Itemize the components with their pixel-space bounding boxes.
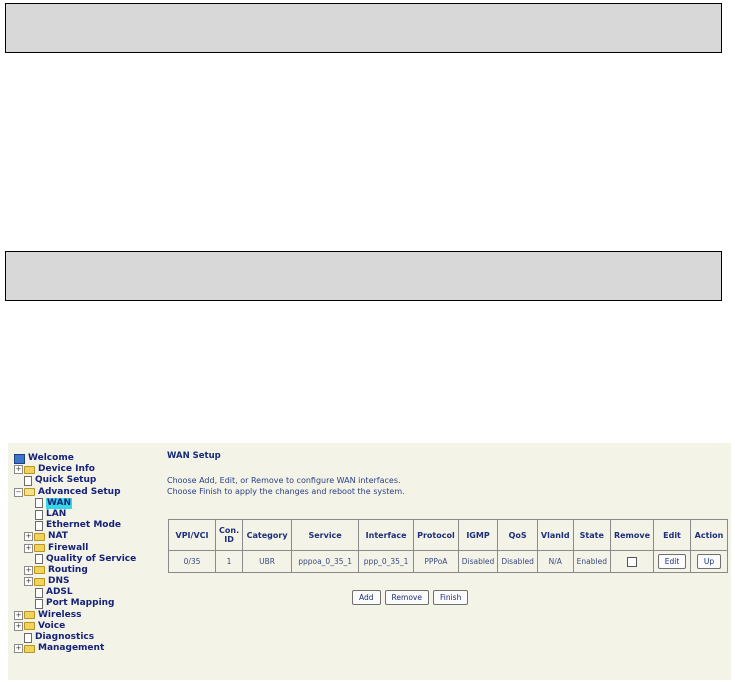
expand-plus-icon[interactable]: + (24, 577, 33, 587)
expand-plus-icon[interactable]: + (14, 465, 23, 475)
open-folder-icon (24, 488, 35, 497)
router-ui-screenshot: Welcome + Device Info Quick Setup − Adva… (8, 443, 731, 680)
col-qos: QoS (497, 519, 538, 551)
col-remove: Remove (609, 519, 655, 551)
expand-plus-icon[interactable]: + (24, 532, 33, 542)
cell-igmp: Disabled (457, 550, 499, 573)
up-button[interactable]: Up (696, 554, 722, 569)
tree-item-firewall[interactable]: + Firewall (14, 543, 136, 554)
tree-item-dns[interactable]: + DNS (14, 576, 136, 587)
expand-plus-icon[interactable]: + (14, 621, 23, 631)
page-icon (35, 599, 43, 610)
folder-icon (34, 544, 45, 553)
finish-button[interactable]: Finish (432, 590, 469, 605)
expand-plus-icon[interactable]: + (14, 644, 23, 654)
cell-interface: ppp_0_35_1 (358, 550, 415, 573)
cell-con-id: 1 (214, 550, 244, 573)
col-vpi-vci: VPI/VCI (168, 519, 216, 551)
cell-state: Enabled (572, 550, 611, 573)
folder-icon (24, 611, 35, 620)
cell-service: pppoa_0_35_1 (291, 550, 360, 573)
cell-vlanid: N/A (536, 550, 574, 573)
tree-item-voice[interactable]: + Voice (14, 621, 136, 632)
tree-item-quick-setup[interactable]: Quick Setup (14, 475, 136, 486)
computer-icon (14, 453, 25, 464)
tree-item-wireless[interactable]: + Wireless (14, 610, 136, 621)
col-igmp: IGMP (457, 519, 499, 551)
tree-item-nat[interactable]: + NAT (14, 531, 136, 542)
folder-icon (34, 566, 45, 575)
tree-item-welcome[interactable]: Welcome (14, 453, 136, 464)
page-icon (35, 509, 43, 520)
expand-plus-icon[interactable]: + (14, 610, 23, 620)
tree-item-lan[interactable]: LAN (14, 509, 136, 520)
col-protocol: Protocol (413, 519, 459, 551)
middle-gray-box (5, 251, 722, 301)
description-line-1: Choose Add, Edit, or Remove to configure… (167, 476, 401, 485)
tree-item-device-info[interactable]: + Device Info (14, 464, 136, 475)
folder-icon (24, 644, 35, 653)
wan-interfaces-table: VPI/VCI Con. ID Category Service Interfa… (168, 519, 729, 573)
col-vlanid: VlanId (536, 519, 574, 551)
col-edit: Edit (653, 519, 692, 551)
cell-protocol: PPPoA (413, 550, 459, 573)
expand-plus-icon[interactable]: + (24, 565, 33, 575)
cell-edit: Edit (653, 550, 692, 573)
col-action: Action (690, 519, 729, 551)
tree-item-quality-of-service[interactable]: Quality of Service (14, 554, 136, 565)
tree-item-advanced-setup[interactable]: − Advanced Setup (14, 487, 136, 498)
table-row: 0/35 1 UBR pppoa_0_35_1 ppp_0_35_1 PPPoA… (168, 550, 729, 573)
tree-item-wan[interactable]: WAN (14, 497, 136, 509)
page-icon (35, 520, 43, 531)
collapse-minus-icon[interactable]: − (14, 487, 23, 497)
page-icon (35, 498, 43, 509)
cell-qos: Disabled (497, 550, 538, 573)
add-button[interactable]: Add (352, 590, 381, 605)
page-icon (35, 554, 43, 565)
edit-button[interactable]: Edit (657, 554, 687, 569)
tree-item-adsl[interactable]: ADSL (14, 587, 136, 598)
cell-action: Up (690, 550, 729, 573)
expand-plus-icon[interactable]: + (24, 543, 33, 553)
tree-item-management[interactable]: + Management (14, 643, 136, 654)
tree-item-routing[interactable]: + Routing (14, 565, 136, 576)
table-header-row: VPI/VCI Con. ID Category Service Interfa… (168, 519, 729, 551)
col-category: Category (242, 519, 293, 551)
folder-icon (34, 577, 45, 586)
top-gray-box (5, 3, 722, 53)
description-line-2: Choose Finish to apply the changes and r… (167, 487, 405, 496)
page-title: WAN Setup (167, 451, 221, 461)
col-state: State (572, 519, 611, 551)
remove-button[interactable]: Remove (384, 590, 429, 605)
col-interface: Interface (358, 519, 415, 551)
page-icon (24, 475, 32, 486)
cell-remove (609, 550, 655, 573)
tree-item-ethernet-mode[interactable]: Ethernet Mode (14, 520, 136, 531)
cell-vpi-vci: 0/35 (168, 550, 216, 573)
tree-item-diagnostics[interactable]: Diagnostics (14, 632, 136, 643)
page-icon (24, 632, 32, 643)
cell-category: UBR (242, 550, 293, 573)
tree-item-port-mapping[interactable]: Port Mapping (14, 598, 136, 610)
folder-icon (24, 622, 35, 631)
main-content: WAN Setup Choose Add, Edit, or Remove to… (167, 451, 405, 497)
navigation-tree: Welcome + Device Info Quick Setup − Adva… (14, 453, 136, 654)
page-icon (35, 587, 43, 598)
button-group: Add Remove Finish (352, 590, 469, 605)
folder-icon (24, 465, 35, 474)
col-service: Service (291, 519, 360, 551)
remove-checkbox[interactable] (626, 556, 637, 567)
col-con-id: Con. ID (214, 519, 244, 551)
folder-icon (34, 532, 45, 541)
